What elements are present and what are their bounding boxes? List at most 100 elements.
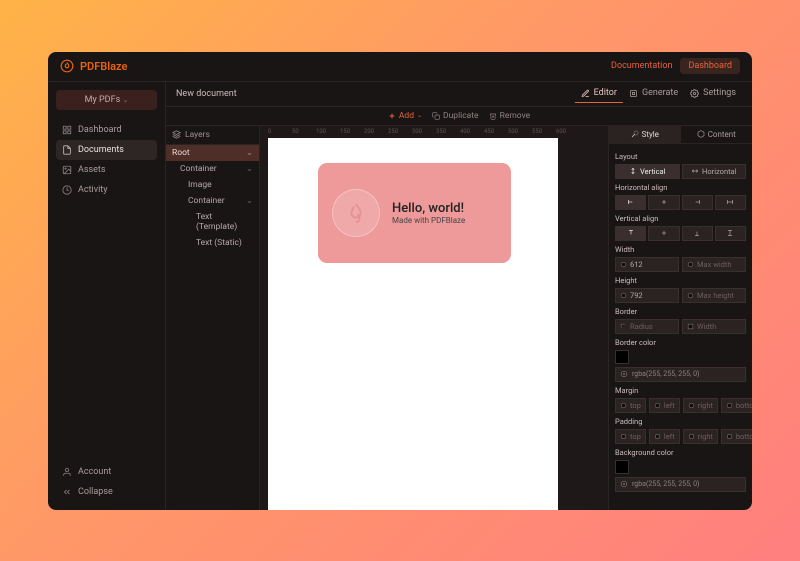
valign-end[interactable] (682, 226, 713, 241)
input-placeholder: bottom (736, 432, 752, 441)
nav-assets[interactable]: Assets (56, 160, 157, 180)
valign-start[interactable] (615, 226, 646, 241)
card-logo[interactable] (332, 189, 380, 237)
align-start-icon (627, 198, 635, 206)
seg-label: Vertical (640, 167, 665, 176)
dashboard-button[interactable]: Dashboard (680, 58, 740, 74)
link-icon (620, 261, 627, 268)
padding-top-input[interactable]: top (615, 429, 646, 444)
padding-right-input[interactable]: right (683, 429, 718, 444)
halign-stretch[interactable] (715, 195, 746, 210)
maxwidth-input[interactable]: Max width (682, 257, 746, 272)
card-container[interactable]: Hello, world! Made with PDFBlaze (318, 163, 511, 263)
layer-label: Container (180, 164, 217, 174)
chevron-down-icon: ⌄ (246, 164, 253, 174)
input-placeholder: left (664, 432, 675, 441)
section-label: Height (615, 276, 746, 285)
user-icon (62, 467, 72, 477)
section-label: Padding (615, 417, 746, 426)
bordercolor-value[interactable]: rgba(255, 255, 255, 0) (615, 367, 746, 382)
layer-container[interactable]: Container ⌄ (166, 193, 259, 209)
ruler-tick: 200 (364, 128, 374, 135)
color-text: rgba(255, 255, 255, 0) (632, 480, 700, 488)
bordercolor-swatch[interactable] (615, 350, 629, 364)
height-input[interactable]: 792 (615, 288, 679, 303)
inspector-tab-content[interactable]: Content (681, 126, 753, 143)
ruler-tick: 550 (532, 128, 542, 135)
tool-label: Add (399, 111, 414, 121)
work-area: Layers Root ⌄ Container ⌄ Image Containe (166, 126, 752, 510)
input-placeholder: right (698, 401, 713, 410)
layers-icon (172, 130, 181, 139)
ruler-tick: 500 (508, 128, 518, 135)
align-stretch-icon (726, 198, 734, 206)
halign-center[interactable] (648, 195, 679, 210)
margin-right-input[interactable]: right (683, 398, 718, 413)
maxheight-input[interactable]: Max height (682, 288, 746, 303)
canvas[interactable]: 0 50 100 150 200 250 300 350 400 450 500… (260, 126, 608, 510)
subheader: New document Editor Generate Settings (166, 82, 752, 106)
horizontal-icon (691, 167, 699, 175)
layer-container[interactable]: Container ⌄ (166, 161, 259, 177)
documentation-link[interactable]: Documentation (611, 61, 672, 71)
layers-title: Layers (185, 130, 210, 140)
radius-input[interactable]: Radius (615, 319, 679, 334)
layout-vertical[interactable]: Vertical (615, 164, 680, 179)
nav-collapse[interactable]: Collapse (56, 482, 157, 502)
square-icon (688, 433, 695, 440)
tab-settings[interactable]: Settings (684, 84, 742, 103)
input-placeholder: top (630, 432, 641, 441)
tab-generate[interactable]: Generate (623, 84, 684, 103)
sidenav: My PDFs ⌄ Dashboard Documents Assets Act… (48, 82, 166, 510)
inspector-tab-style[interactable]: Style (609, 126, 681, 143)
brand-text: PDFBlaze (80, 60, 127, 73)
ruler-tick: 450 (484, 128, 494, 135)
layer-text-static[interactable]: Text (Static) (166, 235, 259, 251)
layer-root[interactable]: Root ⌄ (166, 145, 259, 161)
card-subheading[interactable]: Made with PDFBlaze (392, 216, 465, 225)
document-page[interactable]: Hello, world! Made with PDFBlaze (268, 138, 558, 510)
remove-button[interactable]: Remove (489, 111, 531, 121)
nav-documents[interactable]: Documents (56, 140, 157, 160)
mypdfs-label: My PDFs (85, 95, 121, 105)
corner-icon (620, 323, 627, 330)
duplicate-button[interactable]: Duplicate (432, 111, 479, 121)
tab-editor[interactable]: Editor (575, 84, 623, 103)
nav-activity[interactable]: Activity (56, 180, 157, 200)
margin-left-input[interactable]: left (649, 398, 680, 413)
margin-bottom-input[interactable]: bottom (721, 398, 752, 413)
link-icon (620, 402, 627, 409)
image-icon (62, 165, 72, 175)
layer-text-template[interactable]: Text (Template) (166, 209, 259, 235)
add-button[interactable]: Add ⌄ (388, 111, 422, 121)
chevron-down-icon: ⌄ (417, 112, 422, 119)
bgcolor-value[interactable]: rgba(255, 255, 255, 0) (615, 477, 746, 492)
target-icon (620, 480, 628, 488)
mypdfs-dropdown[interactable]: My PDFs ⌄ (56, 90, 157, 110)
valign-stretch[interactable] (715, 226, 746, 241)
bgcolor-swatch[interactable] (615, 460, 629, 474)
padding-left-input[interactable]: left (649, 429, 680, 444)
nav-dashboard[interactable]: Dashboard (56, 120, 157, 140)
section-label: Margin (615, 386, 746, 395)
inspector-tabs: Style Content (609, 126, 752, 144)
layer-image[interactable]: Image (166, 177, 259, 193)
halign-start[interactable] (615, 195, 646, 210)
padding-bottom-input[interactable]: bottom (721, 429, 752, 444)
square-icon (654, 433, 661, 440)
copy-icon (432, 112, 440, 120)
borderwidth-input[interactable]: Width (682, 319, 746, 334)
layer-label: Text (Template) (196, 212, 253, 232)
valign-center[interactable] (648, 226, 679, 241)
valign-end-icon (693, 229, 701, 237)
tool-label: Duplicate (443, 111, 479, 121)
nav-account[interactable]: Account (56, 462, 157, 482)
tab-label: Settings (703, 88, 736, 98)
color-text: rgba(255, 255, 255, 0) (632, 370, 700, 378)
layout-horizontal[interactable]: Horizontal (682, 164, 747, 179)
section-label: Width (615, 245, 746, 254)
margin-top-input[interactable]: top (615, 398, 646, 413)
card-heading[interactable]: Hello, world! (392, 201, 465, 216)
width-input[interactable]: 612 (615, 257, 679, 272)
halign-end[interactable] (682, 195, 713, 210)
